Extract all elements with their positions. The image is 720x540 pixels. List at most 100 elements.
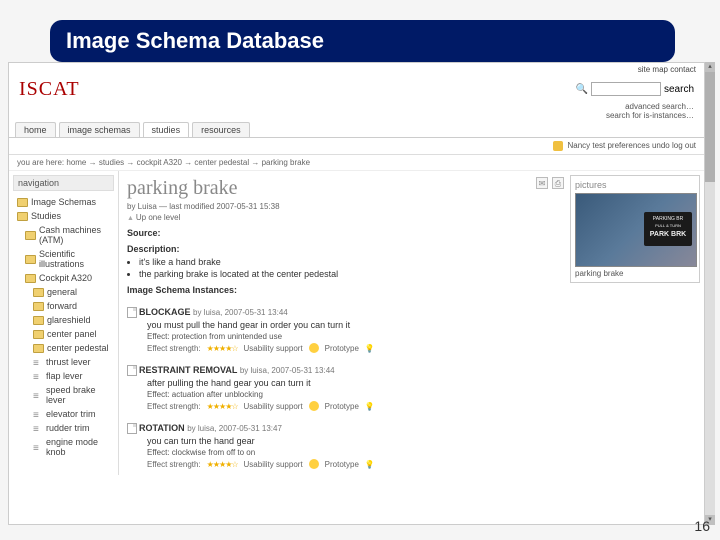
folder-icon <box>33 302 44 311</box>
list-icon <box>33 410 43 419</box>
stars-icon: ★★★★☆ <box>207 460 238 469</box>
sidebar-item-label: Studies <box>31 211 61 221</box>
bulb-icon: 💡 <box>365 460 375 469</box>
instance-meta-row: Effect strength:★★★★☆Usability supportPr… <box>147 343 696 353</box>
smile-icon <box>309 459 319 469</box>
folder-icon <box>17 198 28 207</box>
sidebar-item[interactable]: center pedestal <box>29 341 114 355</box>
sidebar-item[interactable]: thrust lever <box>29 355 114 369</box>
folder-icon <box>33 344 44 353</box>
list-icon <box>33 443 43 452</box>
tab-image-schemas[interactable]: image schemas <box>59 122 140 137</box>
send-icon[interactable]: ✉ <box>536 177 548 189</box>
list-icon <box>33 372 43 381</box>
instance-effect: Effect: protection from unintended use <box>147 332 696 341</box>
instance-body: you must pull the hand gear in order you… <box>147 320 696 330</box>
sidebar-item-label: thrust lever <box>46 357 91 367</box>
scroll-up-icon[interactable]: ▴ <box>705 62 715 72</box>
sidebar-item-label: elevator trim <box>46 409 96 419</box>
site-logo[interactable]: ISCAT <box>19 78 80 101</box>
sidebar-item[interactable]: general <box>29 285 114 299</box>
action-icons[interactable]: ✉ ⎙ <box>536 177 564 189</box>
schema-instance: RESTRAINT REMOVAL by luisa, 2007-05-31 1… <box>127 361 696 411</box>
sidebar-item-label: forward <box>47 301 77 311</box>
scroll-thumb[interactable] <box>705 72 715 182</box>
print-icon[interactable]: ⎙ <box>552 177 564 189</box>
instance-header[interactable]: BLOCKAGE by luisa, 2007-05-31 13:44 <box>127 307 696 318</box>
sidebar-item[interactable]: Cash machines (ATM) <box>21 223 114 247</box>
pictures-heading: pictures <box>575 180 695 190</box>
page-icon <box>127 365 137 376</box>
sidebar: navigation Image SchemasStudiesCash mach… <box>9 171 119 475</box>
sidebar-item-label: speed brake lever <box>46 385 112 405</box>
sidebar-item[interactable]: forward <box>29 299 114 313</box>
smile-icon <box>309 401 319 411</box>
search-input[interactable] <box>591 82 661 96</box>
list-icon <box>33 424 43 433</box>
sidebar-item-label: general <box>47 287 77 297</box>
tab-resources[interactable]: resources <box>192 122 250 137</box>
sidebar-item-label: flap lever <box>46 371 83 381</box>
sidebar-item[interactable]: center panel <box>29 327 114 341</box>
list-icon <box>33 391 43 400</box>
browser-frame: site map contact ISCAT 🔍 search advanced… <box>8 62 705 525</box>
instance-body: after pulling the hand gear you can turn… <box>147 378 696 388</box>
sidebar-item[interactable]: Studies <box>13 209 114 223</box>
bulb-icon: 💡 <box>365 402 375 411</box>
slide-title-bar: Image Schema Database <box>50 20 675 62</box>
sidebar-item-label: Image Schemas <box>31 197 96 207</box>
user-links[interactable]: Nancy test preferences undo log out <box>567 141 696 150</box>
breadcrumb[interactable]: you are here: home → studies → cockpit A… <box>9 155 704 171</box>
slide-number: 16 <box>694 518 710 534</box>
sidebar-item[interactable]: engine mode knob <box>29 435 114 459</box>
instances-heading: Image Schema Instances: <box>127 285 696 295</box>
instance-effect: Effect: clockwise from off to on <box>147 448 696 457</box>
schema-instance: ROTATION by luisa, 2007-05-31 13:47 you c… <box>127 419 696 469</box>
instance-meta-row: Effect strength:★★★★☆Usability supportPr… <box>147 401 696 411</box>
top-links[interactable]: site map contact <box>9 63 704 76</box>
sidebar-item-label: center panel <box>47 329 97 339</box>
content-area: ✉ ⎙ pictures PARKING BR PULL & TURN PARK… <box>119 171 704 475</box>
sidebar-item-label: center pedestal <box>47 343 109 353</box>
folder-icon <box>33 316 44 325</box>
instance-header[interactable]: RESTRAINT REMOVAL by luisa, 2007-05-31 1… <box>127 365 696 376</box>
slide-title: Image Schema Database <box>66 28 324 54</box>
schema-instance: BLOCKAGE by luisa, 2007-05-31 13:44 you m… <box>127 303 696 353</box>
instance-body: you can turn the hand gear <box>147 436 696 446</box>
sidebar-item[interactable]: speed brake lever <box>29 383 114 407</box>
search-icon: 🔍 <box>576 84 588 95</box>
sidebar-item-label: Cash machines (ATM) <box>39 225 112 245</box>
page-icon <box>127 423 137 434</box>
sidebar-item[interactable]: glareshield <box>29 313 114 327</box>
scrollbar[interactable]: ▴ ▾ <box>705 62 715 525</box>
user-bar[interactable]: Nancy test preferences undo log out <box>9 138 704 155</box>
sidebar-item[interactable]: Cockpit A320 <box>21 271 114 285</box>
search-sublinks[interactable]: advanced search… search for is-instances… <box>9 102 704 122</box>
sidebar-item[interactable]: rudder trim <box>29 421 114 435</box>
folder-icon <box>25 274 36 283</box>
folder-icon <box>33 288 44 297</box>
sidebar-item-label: Cockpit A320 <box>39 273 92 283</box>
sidebar-item[interactable]: elevator trim <box>29 407 114 421</box>
folder-icon <box>25 231 36 240</box>
sidebar-item[interactable]: flap lever <box>29 369 114 383</box>
picture-placard: PARKING BR PULL & TURN PARK BRK <box>644 212 692 246</box>
sidebar-item-label: glareshield <box>47 315 91 325</box>
folder-icon <box>33 330 44 339</box>
tab-studies[interactable]: studies <box>143 122 190 137</box>
picture-thumbnail[interactable]: PARKING BR PULL & TURN PARK BRK <box>575 193 697 267</box>
pictures-panel: pictures PARKING BR PULL & TURN PARK BRK… <box>570 175 700 283</box>
instance-effect: Effect: actuation after unblocking <box>147 390 696 399</box>
stars-icon: ★★★★☆ <box>207 344 238 353</box>
tab-home[interactable]: home <box>15 122 56 137</box>
instance-header[interactable]: ROTATION by luisa, 2007-05-31 13:47 <box>127 423 696 434</box>
sidebar-item[interactable]: Image Schemas <box>13 195 114 209</box>
list-icon <box>33 358 43 367</box>
sidebar-item[interactable]: Scientific illustrations <box>21 247 114 271</box>
bulb-icon: 💡 <box>365 344 375 353</box>
folder-icon <box>17 212 28 221</box>
stars-icon: ★★★★☆ <box>207 402 238 411</box>
user-icon <box>553 141 563 151</box>
search-label[interactable]: search <box>664 84 694 95</box>
picture-caption[interactable]: parking brake <box>575 269 695 278</box>
